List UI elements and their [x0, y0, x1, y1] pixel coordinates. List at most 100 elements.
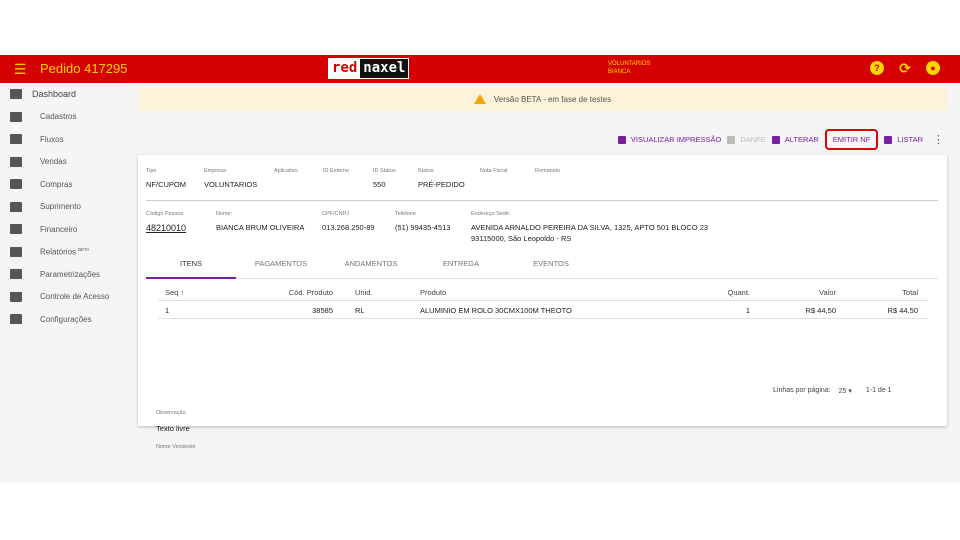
sidebar-item-compras[interactable]: Compras: [0, 173, 130, 196]
rows-per-page-value: 25: [838, 388, 847, 395]
sidebar-item-dashboard[interactable]: Dashboard: [0, 83, 130, 106]
id-externo-label: ID Externo: [323, 168, 349, 174]
cpf-label: CPF/CNPJ: [322, 211, 349, 217]
col-quant: Quant.: [727, 288, 750, 297]
cell-cod-produto: 38585: [312, 306, 333, 315]
endereco-line2: 93115000, São Leopoldo - RS: [471, 234, 572, 243]
sidebar-item-controle-acesso[interactable]: Controle de Acesso: [0, 286, 130, 309]
dashboard-icon: [10, 89, 22, 100]
table-header: Seq ↑ Cód. Produto Unid. Produto Quant. …: [158, 283, 928, 301]
id-externo-field: ID Externo: [323, 168, 349, 174]
shield-icon: [10, 291, 22, 302]
account-icon[interactable]: ●: [926, 61, 940, 75]
logo-red-text: red: [329, 59, 361, 78]
help-icon[interactable]: ?: [870, 61, 884, 75]
gear-icon: [10, 314, 22, 325]
sidebar-item-cadastros[interactable]: Cadastros: [0, 106, 130, 129]
cell-valor: R$ 44,50: [805, 306, 836, 315]
cell-produto: ALUMINIO EM ROLO 30CMX100M THEOTO: [420, 306, 572, 315]
codigo-pessoa-link[interactable]: 48210010: [146, 223, 186, 233]
aplicativo-label: Aplicativo: [274, 168, 298, 174]
sidebar-item-relatorios[interactable]: Relatórios BETA: [0, 241, 130, 264]
logo-naxel-text: naxel: [360, 59, 409, 78]
sort-arrow-icon: ↑: [180, 288, 185, 297]
tab-andamentos[interactable]: ANDAMENTOS: [326, 257, 416, 279]
id-status-field: ID Status 550: [373, 168, 396, 189]
beta-banner-text: Versão BETA - em fase de testes: [493, 94, 612, 104]
user-company: VOLUNTARIOS: [608, 61, 651, 67]
print-icon: [10, 246, 22, 257]
nome-value: BIANCA BRUM OLIVEIRA: [216, 223, 305, 232]
tab-pagamentos[interactable]: PAGAMENTOS: [236, 257, 326, 279]
nota-fiscal-field: Nota Fiscal: [480, 168, 508, 174]
alterar-button[interactable]: ALTERAR: [771, 135, 819, 144]
cell-quant: 1: [745, 306, 750, 315]
cart-icon: [10, 156, 22, 167]
sidebar-item-financeiro[interactable]: Financeiro: [0, 218, 130, 241]
status-value: PRÉ-PEDIDO: [418, 180, 465, 189]
cell-unid: RL: [355, 306, 365, 315]
rednaxel-logo[interactable]: red naxel: [328, 58, 410, 79]
sidebar-item-parametrizacoes[interactable]: Parametrizações: [0, 263, 130, 286]
nota-fiscal-label: Nota Fiscal: [480, 168, 508, 174]
emitir-nf-button[interactable]: EMITIR NF: [824, 129, 879, 150]
rows-per-page-select[interactable]: 25 ▾: [839, 387, 852, 395]
emitir-label: EMITIR NF: [832, 135, 871, 144]
app-frame: ☰ Pedido 417295 red naxel VOLUNTARIOS BI…: [0, 55, 960, 483]
page-title: Pedido 417295: [40, 61, 128, 76]
codigo-pessoa-field: Código Pessoa 48210010: [146, 211, 186, 233]
more-vert-icon[interactable]: ⋮: [933, 133, 944, 146]
nome-label: Nome:: [216, 211, 233, 217]
user-name: BIANCA: [608, 69, 631, 75]
sidebar-item-configuracoes[interactable]: Configurações: [0, 308, 130, 331]
observacao-label: Observação: [156, 410, 186, 416]
page-range: 1-1 de 1: [865, 387, 892, 394]
tipo-label: Tipo: [146, 168, 157, 174]
empresa-label: Empresa: [204, 168, 227, 174]
sidebar-item-label: Cadastros: [40, 112, 77, 122]
nome-field: Nome: BIANCA BRUM OLIVEIRA: [216, 211, 304, 232]
listar-label: LISTAR: [897, 135, 923, 144]
romaneio-field: Romaneio: [535, 168, 560, 174]
pencil-icon: [771, 135, 780, 144]
col-seq[interactable]: Seq ↑: [165, 288, 184, 297]
divider: [146, 200, 938, 201]
beta-badge: BETA: [78, 246, 90, 252]
tab-eventos[interactable]: EVENTOS: [506, 257, 596, 279]
nome-vendedor-label: Nome Vendedor: [156, 444, 196, 450]
tab-entrega[interactable]: ENTREGA: [416, 257, 506, 279]
sidebar-item-suprimento[interactable]: Suprimento: [0, 196, 130, 219]
list-icon: [884, 135, 893, 144]
beta-banner: Versão BETA - em fase de testes: [138, 87, 947, 111]
col-cod-produto: Cód. Produto: [288, 288, 333, 297]
telefone-label: Telefone: [395, 211, 416, 217]
danfe-button[interactable]: DANFE: [727, 135, 766, 144]
sidebar-item-label: Relatórios BETA: [40, 247, 89, 257]
endereco-line1: AVENIDA ARNALDO PEREIRA DA SILVA, 1325, …: [471, 223, 709, 232]
tab-itens[interactable]: ITENS: [146, 257, 236, 279]
tipo-field: Tipo NF/CUPOM: [146, 168, 186, 189]
status-label: Status: [418, 168, 434, 174]
items-table: Seq ↑ Cód. Produto Unid. Produto Quant. …: [158, 283, 928, 319]
menu-icon[interactable]: ☰: [12, 61, 28, 77]
top-icons: ? ⟳ ●: [870, 61, 940, 75]
id-status-value: 550: [373, 180, 386, 189]
endereco-field: Endereço Sede: AVENIDA ARNALDO PEREIRA D…: [471, 211, 708, 243]
telefone-value: (51) 99435-4513: [395, 223, 451, 232]
table-row[interactable]: 1 38585 RL ALUMINIO EM ROLO 30CMX100M TH…: [158, 301, 928, 319]
tipo-value: NF/CUPOM: [146, 180, 186, 189]
col-seq-label: Seq: [165, 288, 179, 297]
rows-per-page-label: Linhas por página:: [773, 387, 831, 394]
sidebar-item-label: Financeiro: [40, 224, 78, 234]
sidebar-item-fluxos[interactable]: Fluxos: [0, 128, 130, 151]
sidebar: Dashboard Cadastros Fluxos Vendas Compra…: [0, 83, 130, 483]
sidebar-item-vendas[interactable]: Vendas: [0, 151, 130, 174]
listar-button[interactable]: LISTAR: [884, 135, 923, 144]
sidebar-item-label: Controle de Acesso: [40, 292, 110, 302]
visualizar-impressao-button[interactable]: VISUALIZAR IMPRESSÃO: [617, 135, 721, 144]
refresh-icon[interactable]: ⟳: [898, 61, 912, 75]
action-toolbar: VISUALIZAR IMPRESSÃO DANFE ALTERAR EMITI…: [617, 129, 944, 150]
empresa-field: Empresa VOLUNTARIOS: [204, 168, 257, 189]
dollar-icon: [10, 224, 22, 235]
telefone-field: Telefone (51) 99435-4513: [395, 211, 450, 232]
